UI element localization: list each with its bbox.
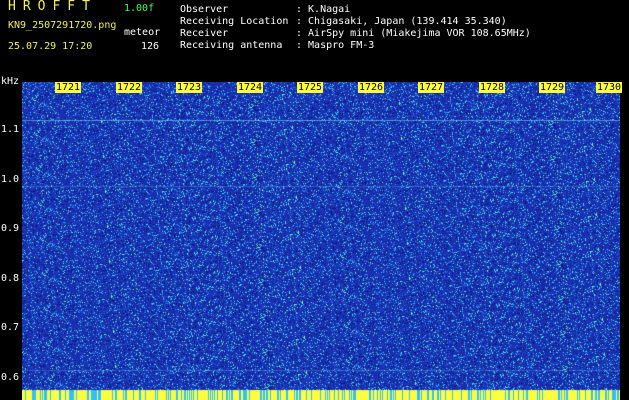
version-label: 1.00f [124, 3, 155, 14]
x-tick-label: 1726 [358, 82, 385, 93]
x-tick-label: 1729 [539, 82, 566, 93]
y-axis-unit: kHz [1, 76, 20, 87]
x-tick-label: 1728 [479, 82, 506, 93]
x-tick-label: 1727 [418, 82, 445, 93]
y-tick-label: 1.1 [1, 124, 20, 135]
x-tick-label: 1724 [237, 82, 264, 93]
observer-label: Observer [180, 4, 229, 15]
y-tick-label: 0.8 [1, 273, 20, 284]
x-tick-label: 1722 [116, 82, 143, 93]
y-tick-label: 1.0 [1, 174, 20, 185]
x-tick-label: 1723 [176, 82, 203, 93]
filename-label: KN9_2507291720.png [8, 20, 117, 31]
antenna-value: : Maspro FM-3 [296, 40, 375, 51]
x-tick-label: 1721 [55, 82, 82, 93]
observer-value: : K.Nagai [296, 4, 351, 15]
spectrogram-canvas [22, 82, 620, 400]
datetime-label: 25.07.29 17:20 [8, 41, 93, 52]
program-label: meteor [124, 27, 161, 38]
y-tick-label: 0.7 [1, 322, 20, 333]
antenna-label: Receiving antenna [180, 40, 283, 51]
receiver-value: : AirSpy mini (Miakejima VOR 108.65MHz) [296, 28, 531, 39]
app-logo: HROFFT [8, 0, 97, 14]
x-tick-label: 1730 [596, 82, 623, 93]
location-label: Receiving Location [180, 16, 289, 27]
y-tick-label: 0.6 [1, 372, 20, 383]
location-value: : Chigasaki, Japan (139.414 35.340) [296, 16, 507, 27]
y-tick-label: 0.9 [1, 223, 20, 234]
spectrogram-plot [22, 82, 620, 400]
receiver-label: Receiver [180, 28, 229, 39]
x-tick-label: 1725 [297, 82, 324, 93]
count-label: 126 [141, 41, 160, 52]
